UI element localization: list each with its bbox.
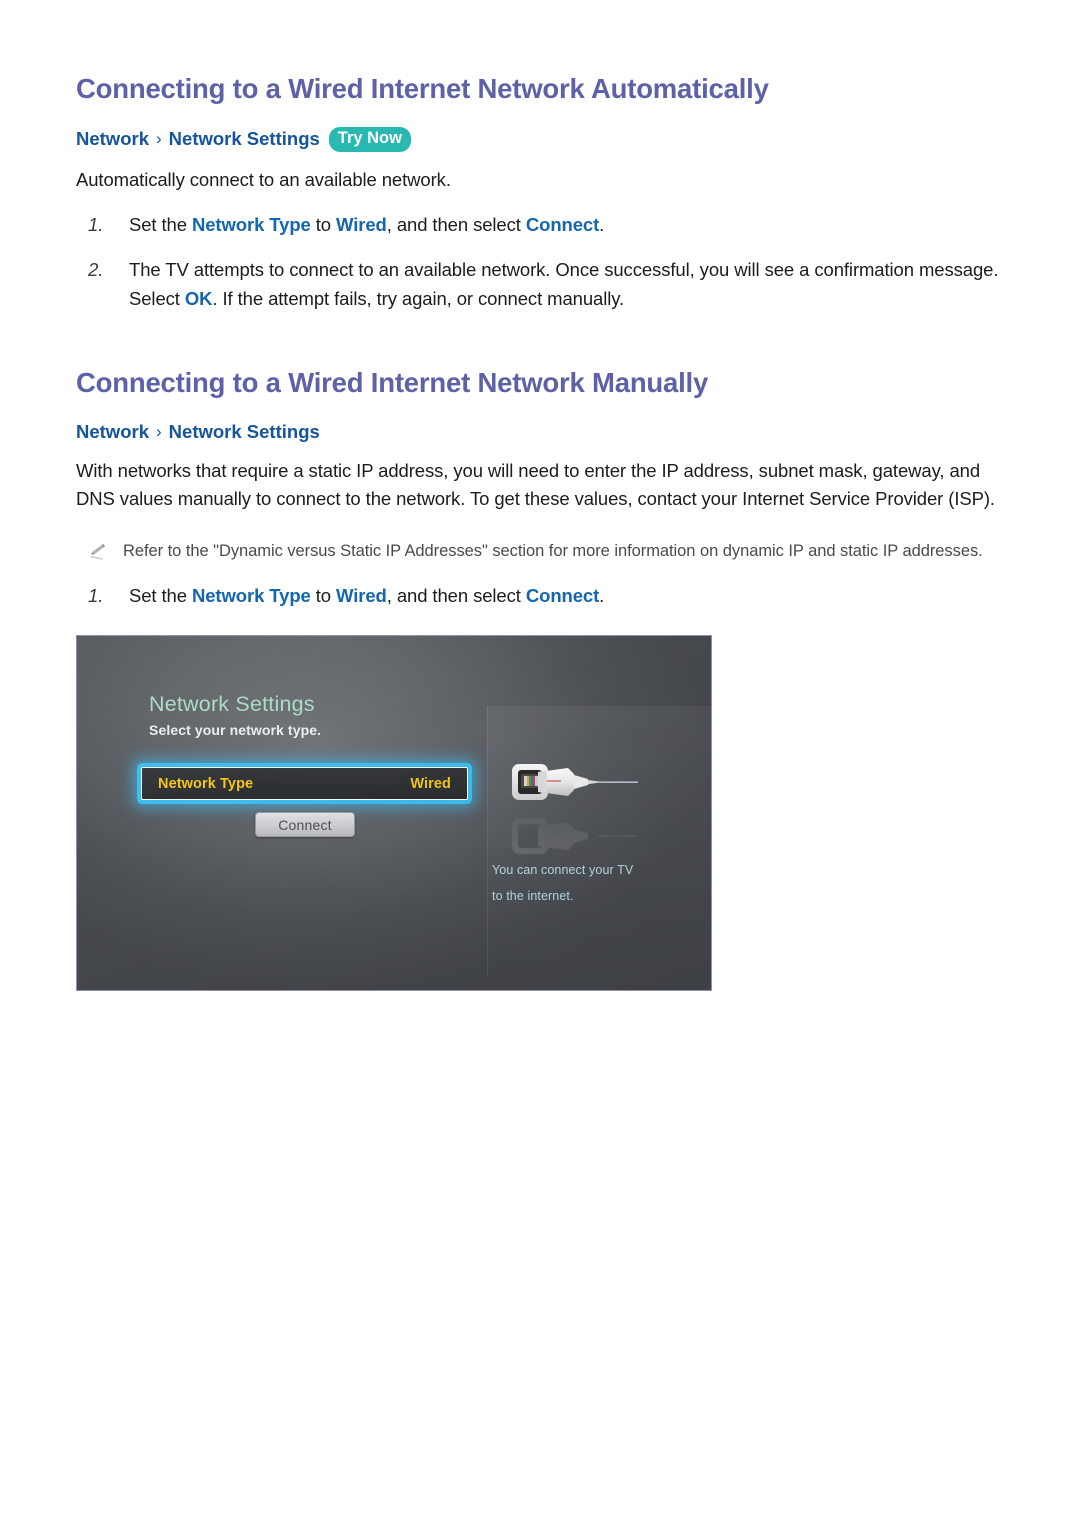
list-item: 1. Set the Network Type to Wired, and the… bbox=[76, 582, 1004, 611]
section-manual: Connecting to a Wired Internet Network M… bbox=[76, 314, 1004, 611]
tv-side-caption-line1: You can connect your TV bbox=[492, 863, 634, 878]
try-now-badge[interactable]: Try Now bbox=[328, 127, 411, 152]
tv-side-caption: You can connect your TV to the internet. bbox=[492, 858, 692, 909]
chevron-right-icon: › bbox=[156, 129, 162, 149]
list-item-number: 2. bbox=[88, 259, 104, 281]
inline-text: , and then select bbox=[386, 213, 526, 235]
inline-text: , and then select bbox=[386, 584, 526, 606]
tv-screenshot-figure: Network Settings Select your network typ… bbox=[76, 635, 712, 992]
steps-list-auto: 1. Set the Network Type to Wired, and the… bbox=[76, 211, 1004, 314]
tv-network-type-value[interactable]: Wired bbox=[410, 776, 451, 792]
list-item-number: 1. bbox=[88, 213, 104, 235]
list-item: 2. The TV attempts to connect to an avail… bbox=[76, 256, 1004, 313]
chevron-right-icon: › bbox=[156, 421, 162, 441]
list-item-number: 1. bbox=[88, 584, 104, 606]
inline-text: . bbox=[599, 213, 605, 235]
pencil-icon bbox=[89, 541, 109, 561]
breadcrumb-auto: Network › Network Settings Try Now bbox=[76, 127, 1004, 152]
breadcrumb-item-network-settings[interactable]: Network Settings bbox=[169, 128, 320, 150]
inline-keyword[interactable]: Connect bbox=[526, 585, 599, 606]
inline-text: to bbox=[310, 213, 337, 235]
breadcrumb-item-network[interactable]: Network bbox=[76, 128, 149, 150]
tv-network-type-label: Network Type bbox=[158, 775, 254, 792]
inline-keyword[interactable]: Wired bbox=[336, 214, 387, 235]
tv-connect-button[interactable]: Connect bbox=[255, 812, 355, 838]
lan-port-cable-reflection-icon bbox=[502, 796, 642, 866]
inline-keyword[interactable]: Network Type bbox=[192, 214, 311, 235]
tv-screen-subtitle: Select your network type. bbox=[149, 722, 322, 739]
steps-list-manual: 1. Set the Network Type to Wired, and the… bbox=[76, 582, 1004, 611]
document-page: Connecting to a Wired Internet Network A… bbox=[0, 0, 1080, 1527]
section-auto: Connecting to a Wired Internet Network A… bbox=[76, 0, 1004, 314]
breadcrumb-item-network[interactable]: Network bbox=[76, 421, 149, 443]
lead-paragraph-auto: Automatically connect to an available ne… bbox=[76, 168, 451, 190]
inline-text: . bbox=[599, 584, 605, 606]
list-item: 1. Set the Network Type to Wired, and the… bbox=[76, 211, 1004, 240]
inline-keyword[interactable]: OK bbox=[185, 288, 213, 309]
page-title-manual: Connecting to a Wired Internet Network M… bbox=[76, 366, 709, 398]
inline-keyword[interactable]: Connect bbox=[526, 214, 599, 235]
tv-network-type-row-highlight[interactable]: Network Type Wired bbox=[137, 763, 472, 805]
tv-screen-title: Network Settings bbox=[149, 692, 315, 717]
note-text: Refer to the "Dynamic versus Static IP A… bbox=[123, 542, 983, 561]
tv-network-type-row[interactable]: Network Type Wired bbox=[141, 767, 468, 801]
note-block: Refer to the "Dynamic versus Static IP A… bbox=[76, 539, 1004, 565]
inline-text: to bbox=[310, 584, 337, 606]
page-title-auto: Connecting to a Wired Internet Network A… bbox=[76, 73, 769, 104]
inline-keyword[interactable]: Network Type bbox=[192, 585, 311, 606]
inline-text: Set the bbox=[129, 213, 192, 235]
tv-side-caption-line2: to the internet. bbox=[492, 889, 574, 904]
breadcrumb-item-network-settings[interactable]: Network Settings bbox=[169, 421, 320, 443]
breadcrumb-manual: Network › Network Settings bbox=[76, 421, 1004, 443]
body-paragraph-manual: With networks that require a static IP a… bbox=[76, 459, 995, 510]
inline-text: . If the attempt fails, try again, or co… bbox=[212, 288, 625, 310]
inline-text: Set the bbox=[129, 584, 192, 606]
inline-keyword[interactable]: Wired bbox=[336, 585, 387, 606]
